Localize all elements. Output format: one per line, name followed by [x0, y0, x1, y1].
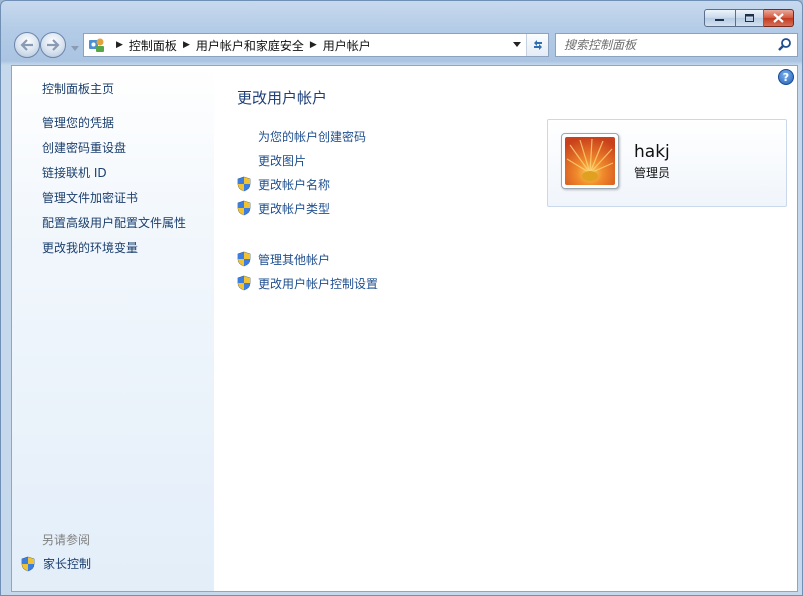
- sidebar-link-manage-credentials[interactable]: 管理您的凭据: [42, 116, 186, 141]
- back-button[interactable]: [14, 32, 40, 58]
- parental-controls-link[interactable]: 家长控制: [20, 555, 91, 572]
- user-account-card: hakj 管理员: [547, 119, 787, 207]
- uac-shield-icon: [237, 275, 251, 291]
- caption-buttons: [704, 9, 794, 27]
- address-dropdown-button[interactable]: [508, 34, 526, 56]
- search-icon[interactable]: [777, 37, 793, 53]
- close-icon: [773, 13, 784, 23]
- task-label: 为您的帐户创建密码: [258, 129, 367, 144]
- sidebar-link-create-password-reset-disk[interactable]: 创建密码重设盘: [42, 141, 186, 166]
- breadcrumb-item-control-panel[interactable]: 控制面板: [129, 37, 177, 54]
- task-label: 更改帐户名称: [258, 177, 331, 192]
- minimize-button[interactable]: [704, 9, 736, 27]
- page-title: 更改用户帐户: [237, 89, 328, 107]
- task-change-account-type[interactable]: 更改帐户类型: [236, 196, 378, 220]
- task-change-picture[interactable]: 更改图片: [236, 148, 378, 172]
- help-button[interactable]: ?: [778, 69, 794, 85]
- task-label: 更改图片: [258, 153, 307, 168]
- forward-button[interactable]: [40, 32, 66, 58]
- arrow-right-icon: [47, 39, 60, 51]
- breadcrumb: ▶ 控制面板 ▶ 用户帐户和家庭安全 ▶ 用户帐户: [110, 34, 371, 56]
- refresh-button[interactable]: [526, 34, 548, 56]
- content-area: 控制面板主页 管理您的凭据 创建密码重设盘 链接联机 ID 管理文件加密证书 配…: [11, 65, 798, 592]
- see-also-heading: 另请参阅: [42, 533, 91, 547]
- sidebar-link-environment-variables[interactable]: 更改我的环境变量: [42, 241, 186, 266]
- task-uac-settings[interactable]: 更改用户帐户控制设置: [236, 271, 378, 295]
- close-button[interactable]: [764, 9, 794, 27]
- arrow-left-icon: [20, 39, 33, 51]
- uac-shield-icon: [237, 251, 251, 267]
- task-list: 为您的帐户创建密码 更改图片 更改帐户名称 更改帐户类型 管理其他帐户 更改用户…: [236, 124, 378, 295]
- task-label: 更改用户帐户控制设置: [258, 276, 379, 291]
- user-name: hakj: [634, 142, 670, 162]
- search-box[interactable]: [555, 33, 798, 57]
- recent-pages-button[interactable]: [71, 41, 79, 55]
- sidebar-link-advanced-profile-properties[interactable]: 配置高级用户配置文件属性: [42, 216, 186, 241]
- breadcrumb-separator-icon[interactable]: ▶: [110, 40, 129, 50]
- breadcrumb-separator-icon[interactable]: ▶: [177, 40, 196, 50]
- uac-shield-icon: [237, 200, 251, 216]
- breadcrumb-separator-icon[interactable]: ▶: [304, 40, 323, 50]
- task-separator: [236, 220, 378, 247]
- sidebar-home-link[interactable]: 控制面板主页: [42, 80, 114, 97]
- task-label: 管理其他帐户: [258, 252, 331, 267]
- uac-shield-icon: [21, 556, 35, 571]
- task-label: 更改帐户类型: [258, 201, 331, 216]
- avatar: [561, 133, 619, 189]
- help-icon: ?: [782, 70, 790, 84]
- main-panel: 更改用户帐户 为您的帐户创建密码 更改图片 更改帐户名称 更改帐户类型 管理其他…: [214, 66, 797, 591]
- search-input[interactable]: [564, 38, 764, 52]
- flower-avatar-icon: [565, 137, 615, 185]
- sidebar-link-file-encryption-certificates[interactable]: 管理文件加密证书: [42, 191, 186, 216]
- task-create-password[interactable]: 为您的帐户创建密码: [236, 124, 378, 148]
- refresh-icon: [533, 40, 542, 50]
- user-role: 管理员: [634, 166, 671, 180]
- chevron-down-icon: [513, 42, 521, 47]
- sidebar-links: 管理您的凭据 创建密码重设盘 链接联机 ID 管理文件加密证书 配置高级用户配置…: [42, 116, 186, 266]
- breadcrumb-item-user-accounts-family-safety[interactable]: 用户帐户和家庭安全: [196, 37, 304, 54]
- navigation-bar: ▶ 控制面板 ▶ 用户帐户和家庭安全 ▶ 用户帐户: [11, 31, 798, 59]
- uac-shield-icon: [237, 176, 251, 192]
- task-change-account-name[interactable]: 更改帐户名称: [236, 172, 378, 196]
- control-panel-icon: [89, 38, 104, 52]
- sidebar: 控制面板主页 管理您的凭据 创建密码重设盘 链接联机 ID 管理文件加密证书 配…: [12, 66, 214, 591]
- window: ▶ 控制面板 ▶ 用户帐户和家庭安全 ▶ 用户帐户 搜索控制面板 控制面板主页 …: [0, 0, 803, 596]
- minimize-icon: [715, 19, 724, 21]
- maximize-button[interactable]: [736, 9, 764, 27]
- address-bar[interactable]: ▶ 控制面板 ▶ 用户帐户和家庭安全 ▶ 用户帐户: [83, 33, 549, 57]
- nav-buttons: [11, 31, 83, 59]
- chevron-down-icon: [71, 46, 79, 51]
- breadcrumb-item-user-accounts[interactable]: 用户帐户: [323, 37, 371, 54]
- task-manage-other-accounts[interactable]: 管理其他帐户: [236, 247, 378, 271]
- sidebar-link-online-id[interactable]: 链接联机 ID: [42, 166, 186, 191]
- parental-controls-label: 家长控制: [43, 557, 92, 571]
- maximize-icon: [744, 13, 754, 22]
